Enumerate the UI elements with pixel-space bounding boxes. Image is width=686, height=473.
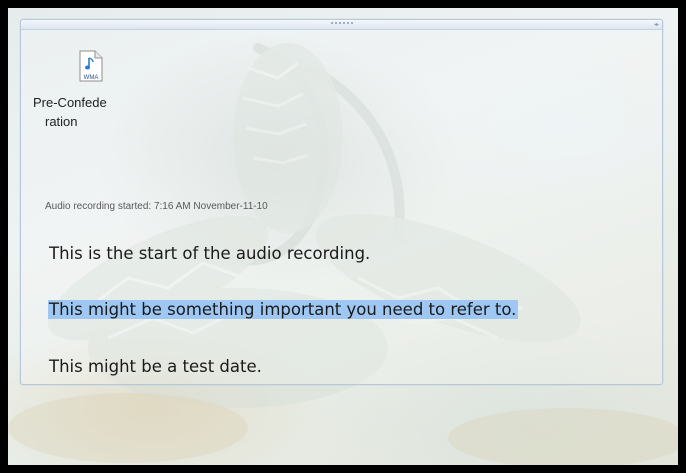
svg-text:WMA: WMA	[84, 75, 99, 81]
note-page-canvas[interactable]: ◂▸ WMA Pre-Confede ration Audio recordin…	[8, 8, 678, 465]
window-frame: ◂▸ WMA Pre-Confede ration Audio recordin…	[0, 0, 686, 473]
resize-arrows-icon[interactable]: ◂▸	[654, 21, 659, 28]
note-text-line[interactable]: This is the start of the audio recording…	[49, 241, 370, 267]
note-container[interactable]: ◂▸ WMA Pre-Confede ration Audio recordin…	[20, 19, 663, 385]
text-highlight: This might be something important you ne…	[48, 300, 519, 319]
audio-file-attachment[interactable]: WMA Pre-Confede ration	[31, 50, 141, 150]
note-text-line[interactable]: This might be a test date.	[49, 354, 262, 380]
move-grip-handle[interactable]	[324, 22, 360, 26]
container-header-bar[interactable]: ◂▸	[21, 20, 662, 30]
note-text-line-highlighted[interactable]: This might be something important you ne…	[48, 297, 519, 323]
audio-recording-timestamp: Audio recording started: 7:16 AM Novembe…	[45, 201, 268, 212]
wma-audio-file-icon: WMA	[79, 50, 103, 82]
attachment-file-name: Pre-Confede ration	[33, 95, 107, 129]
